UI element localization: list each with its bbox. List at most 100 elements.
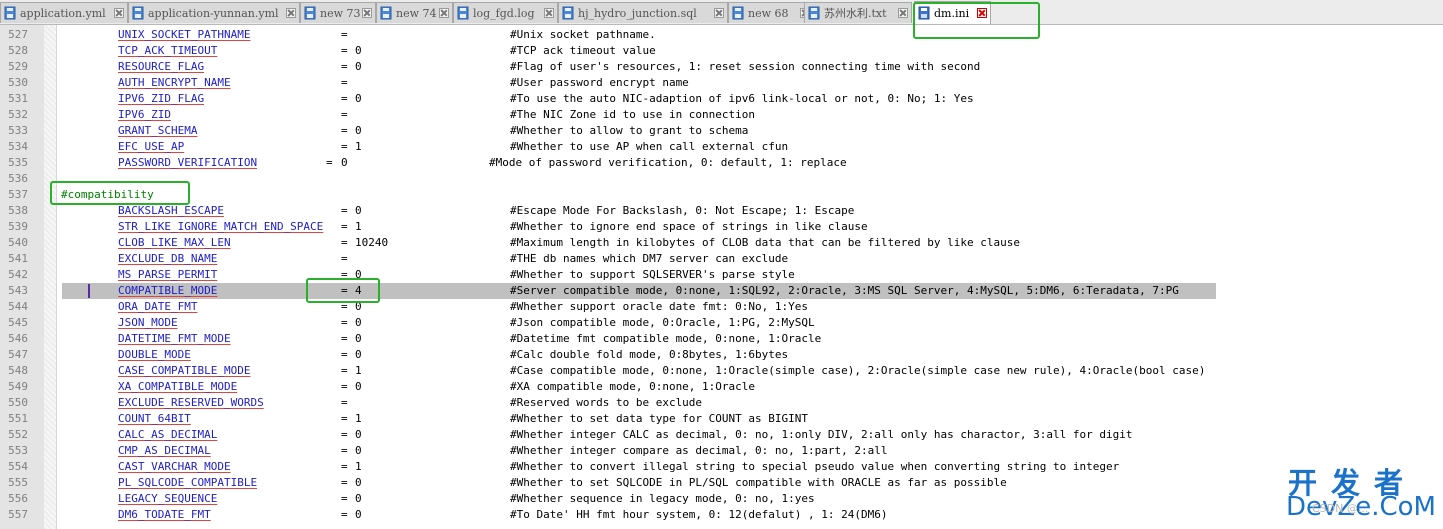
equals-sign: = xyxy=(341,92,348,105)
config-key: DOUBLE_MODE xyxy=(118,348,191,361)
code-line[interactable]: 530 AUTH_ENCRYPT_NAME = #User password encr… xyxy=(0,75,1443,91)
tab-6[interactable]: new 68 xyxy=(728,2,814,23)
tab-1[interactable]: application-yunnan.yml xyxy=(128,2,300,23)
tab-close-icon[interactable] xyxy=(114,8,124,18)
line-number: 550 xyxy=(8,396,28,409)
code-line[interactable]: 557 DM6_TODATE_FMT = 0 #To Date' HH fmt hour… xyxy=(0,507,1443,523)
config-value: 0 xyxy=(355,44,362,57)
code-line[interactable]: 556 LEGACY_SEQUENCE = 0 #Whether sequence in… xyxy=(0,491,1443,507)
config-key: CASE_COMPATIBLE_MODE xyxy=(118,364,251,377)
config-value: 0 xyxy=(355,492,362,505)
tab-close-icon[interactable] xyxy=(286,8,296,18)
config-value: 0 xyxy=(355,60,362,73)
config-key: RESOURCE_FLAG xyxy=(118,60,205,73)
code-line[interactable]: 549 XA_COMPATIBLE_MODE = 0 #XA compatible mo… xyxy=(0,379,1443,395)
code-line[interactable]: 528 TCP_ACK_TIMEOUT = 0 #TCP ack timeout val… xyxy=(0,43,1443,59)
code-line[interactable]: 551 COUNT_64BIT = 1 #Whether to set data typ… xyxy=(0,411,1443,427)
tab-7[interactable]: 苏州水利.txt xyxy=(804,2,912,23)
tab-close-icon[interactable] xyxy=(898,8,908,18)
tab-bar: application.yml application-yunnan.yml new… xyxy=(0,0,1443,25)
code-line[interactable]: 552 CALC_AS_DECIMAL = 0 #Whether integer CAL… xyxy=(0,427,1443,443)
tab-close-icon[interactable] xyxy=(439,8,449,18)
config-comment: #XA compatible mode, 0:none, 1:Oracle xyxy=(510,380,756,393)
code-line[interactable]: 543 COMPATIBLE_MODE = 4 #Server compatible m… xyxy=(0,283,1443,299)
config-comment: #Unix socket pathname. xyxy=(510,28,656,41)
config-value: 4 xyxy=(355,284,362,297)
line-number: 556 xyxy=(8,492,28,505)
line-number: 527 xyxy=(8,28,28,41)
tab-close-icon[interactable] xyxy=(714,8,724,18)
tab-close-icon[interactable] xyxy=(977,8,987,18)
tab-close-icon[interactable] xyxy=(544,8,554,18)
code-line[interactable]: 538 BACKSLASH_ESCAPE = 0 #Escape Mode For Ba… xyxy=(0,203,1443,219)
config-comment: #The NIC Zone id to use in connection xyxy=(510,108,756,121)
code-line[interactable]: 537 #compatibility xyxy=(0,187,1443,203)
config-value: 0 xyxy=(355,476,362,489)
code-line[interactable]: 540 CLOB_LIKE_MAX_LEN = 10240 #Maximum lengt… xyxy=(0,235,1443,251)
equals-sign: = xyxy=(341,44,348,57)
config-comment: #Calc double fold mode, 0:8bytes, 1:6byt… xyxy=(510,348,789,361)
equals-sign: = xyxy=(341,124,348,137)
code-line[interactable]: 542 MS_PARSE_PERMIT = 0 #Whether to support … xyxy=(0,267,1443,283)
config-value: 1 xyxy=(355,412,362,425)
line-number: 535 xyxy=(8,156,28,169)
tab-label: new 74 xyxy=(396,6,437,20)
tab-0[interactable]: application.yml xyxy=(0,2,128,23)
config-key: PASSWORD_VERIFICATION xyxy=(118,156,258,169)
tab-close-icon[interactable] xyxy=(362,8,372,18)
config-comment: #Whether to convert illegal string to sp… xyxy=(510,460,1120,473)
code-line[interactable]: 546 DATETIME_FMT_MODE = 0 #Datetime fmt comp… xyxy=(0,331,1443,347)
config-key: ORA_DATE_FMT xyxy=(118,300,198,313)
config-key: GRANT_SCHEMA xyxy=(118,124,198,137)
line-number: 531 xyxy=(8,92,28,105)
code-line[interactable]: 553 CMP_AS_DECIMAL = 0 #Whether integer comp… xyxy=(0,443,1443,459)
config-key: CMP_AS_DECIMAL xyxy=(118,444,211,457)
config-comment: #Mode of password verification, 0: defau… xyxy=(489,156,847,169)
config-key: CAST_VARCHAR_MODE xyxy=(118,460,231,473)
tab-label: new 68 xyxy=(748,6,789,20)
code-line[interactable]: 529 RESOURCE_FLAG = 0 #Flag of user's resour… xyxy=(0,59,1443,75)
config-value: 0 xyxy=(355,508,362,521)
equals-sign: = xyxy=(341,412,348,425)
code-line[interactable]: 548 CASE_COMPATIBLE_MODE = 1 #Case compatibl… xyxy=(0,363,1443,379)
tab-label: 苏州水利.txt xyxy=(824,7,887,20)
tab-5[interactable]: hj_hydro_junction.sql xyxy=(558,2,728,23)
tab-label: hj_hydro_junction.sql xyxy=(578,6,697,20)
config-key: EXCLUDE_RESERVED_WORDS xyxy=(118,396,264,409)
config-key: BACKSLASH_ESCAPE xyxy=(118,204,224,217)
code-line[interactable]: 532 IPV6_ZID = #The NIC Zone id to use in c… xyxy=(0,107,1443,123)
code-line[interactable]: 536 xyxy=(0,171,1443,187)
config-value: 0 xyxy=(355,348,362,361)
equals-sign: = xyxy=(341,396,348,409)
equals-sign: = xyxy=(341,284,348,297)
code-line[interactable]: 535 PASSWORD_VERIFICATION = 0 #Mode of passw… xyxy=(0,155,1443,171)
code-line[interactable]: 531 IPV6_ZID_FLAG = 0 #To use the auto NIC-a… xyxy=(0,91,1443,107)
config-key: EXCLUDE_DB_NAME xyxy=(118,252,218,265)
code-line[interactable]: 527 UNIX_SOCKET_PATHNAME = #Unix socket pat… xyxy=(0,27,1443,43)
code-line[interactable]: 541 EXCLUDE_DB_NAME = #THE db names which D… xyxy=(0,251,1443,267)
code-line[interactable]: 534 EFC_USE_AP = 1 #Whether to use AP when c… xyxy=(0,139,1443,155)
line-number: 557 xyxy=(8,508,28,521)
tab-3[interactable]: new 74 xyxy=(376,2,453,23)
line-number: 553 xyxy=(8,444,28,457)
code-line[interactable]: 544 ORA_DATE_FMT = 0 #Whether support oracle… xyxy=(0,299,1443,315)
code-line[interactable]: 533 GRANT_SCHEMA = 0 #Whether to allow to gr… xyxy=(0,123,1443,139)
equals-sign: = xyxy=(341,444,348,457)
code-line[interactable]: 555 PL_SQLCODE_COMPATIBLE = 0 #Whether to se… xyxy=(0,475,1443,491)
tab-8[interactable]: dm.ini xyxy=(914,1,991,24)
equals-sign: = xyxy=(341,348,348,361)
code-line[interactable]: 539 STR_LIKE_IGNORE_MATCH_END_SPACE = 1 #Whe… xyxy=(0,219,1443,235)
config-value: 0 xyxy=(355,268,362,281)
tab-4[interactable]: log_fgd.log xyxy=(453,2,558,23)
code-line[interactable]: 550 EXCLUDE_RESERVED_WORDS = #Reserved word… xyxy=(0,395,1443,411)
tab-2[interactable]: new 73 xyxy=(300,2,376,23)
config-comment: #Whether to set data type for COUNT as B… xyxy=(510,412,809,425)
text-caret xyxy=(88,284,90,298)
config-key: MS_PARSE_PERMIT xyxy=(118,268,218,281)
equals-sign: = xyxy=(341,28,348,41)
code-line[interactable]: 554 CAST_VARCHAR_MODE = 1 #Whether to conver… xyxy=(0,459,1443,475)
code-line[interactable]: 545 JSON_MODE = 0 #Json compatible mode, 0:O… xyxy=(0,315,1443,331)
file-icon xyxy=(562,6,574,20)
line-number: 541 xyxy=(8,252,28,265)
code-line[interactable]: 547 DOUBLE_MODE = 0 #Calc double fold mode, … xyxy=(0,347,1443,363)
